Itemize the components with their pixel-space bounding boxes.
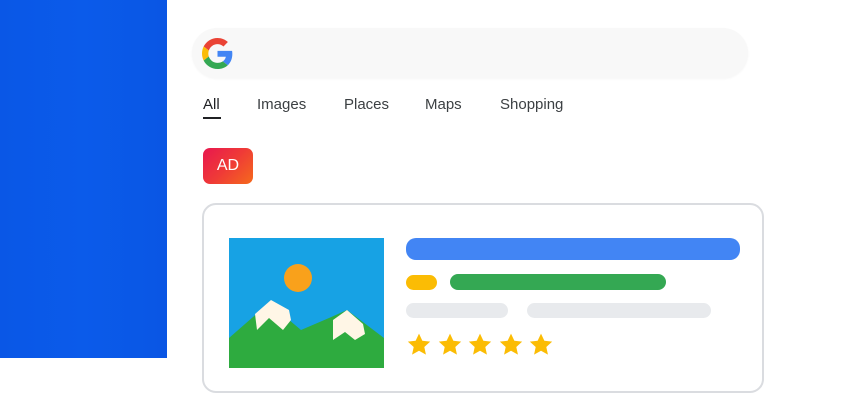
google-g-icon xyxy=(202,38,233,69)
star-icon xyxy=(499,333,522,355)
landscape-image-icon xyxy=(229,238,384,368)
result-text-placeholder-1 xyxy=(406,303,508,318)
result-url-placeholder xyxy=(450,274,666,290)
result-badge-placeholder xyxy=(406,275,437,290)
tab-places[interactable]: Places xyxy=(344,96,389,113)
star-icon xyxy=(529,333,553,355)
left-blue-panel xyxy=(0,0,167,358)
star-icon xyxy=(438,333,461,355)
active-tab-underline xyxy=(203,117,221,119)
star-icon xyxy=(468,333,492,355)
search-bar[interactable] xyxy=(192,28,748,78)
tab-images[interactable]: Images xyxy=(257,96,306,113)
star-icon xyxy=(407,333,431,355)
tab-shopping[interactable]: Shopping xyxy=(500,96,563,113)
tab-all-label: All xyxy=(203,96,220,113)
result-text-placeholder-2 xyxy=(527,303,711,318)
tab-maps[interactable]: Maps xyxy=(425,96,462,113)
result-title-placeholder xyxy=(406,238,740,260)
ad-badge: AD xyxy=(203,148,253,184)
tab-all[interactable]: All xyxy=(203,96,221,119)
